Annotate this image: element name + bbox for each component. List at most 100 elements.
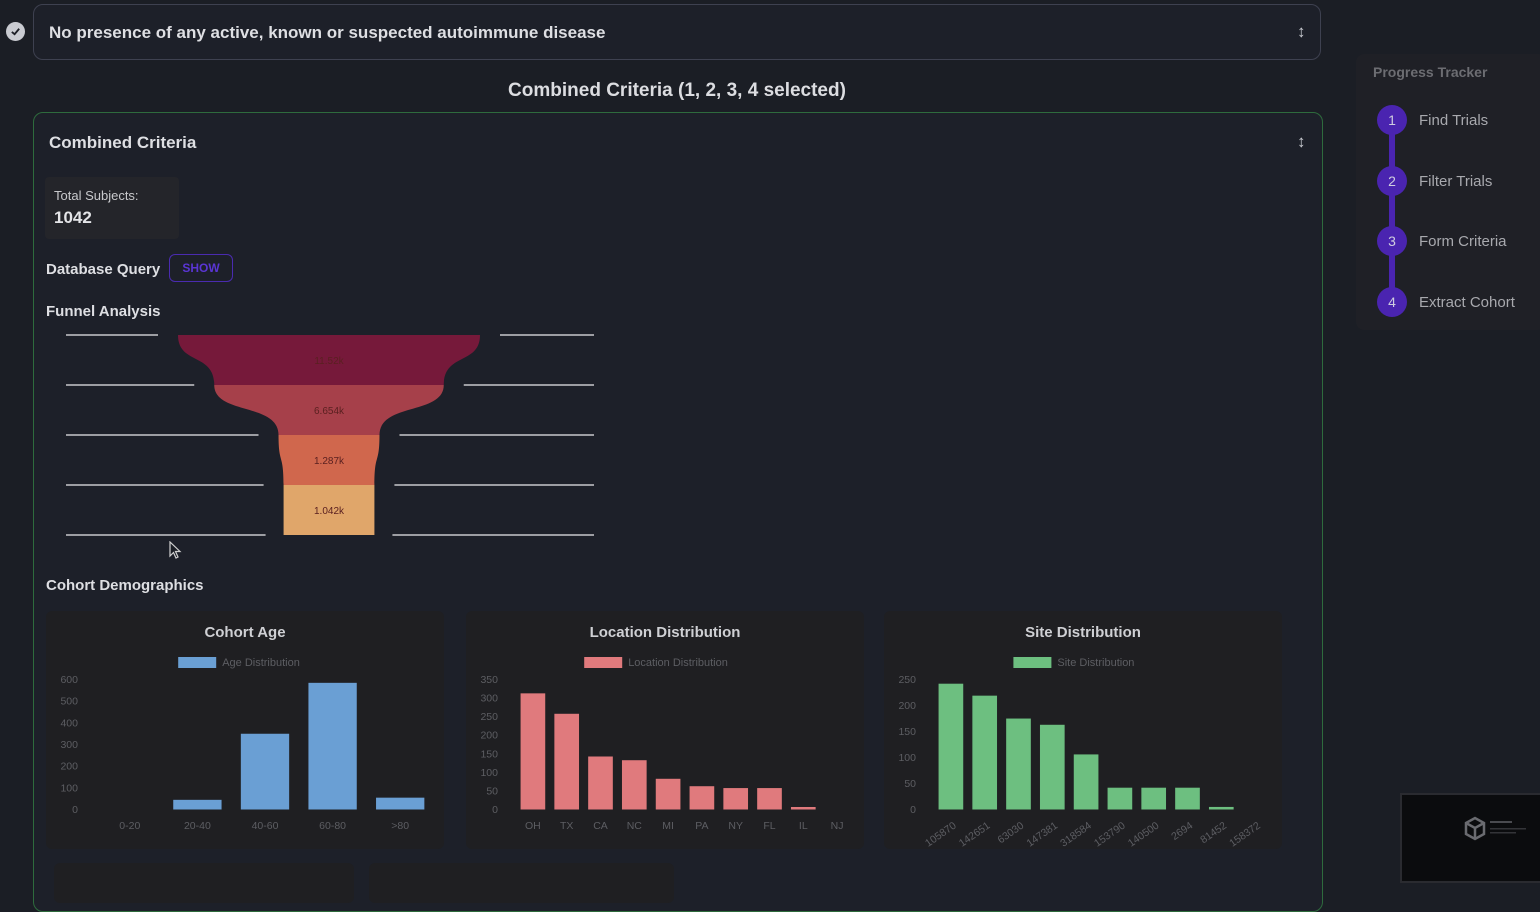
y-tick-label: 150 <box>480 748 498 760</box>
cohort-age-chart: Cohort Age Age Distribution 0 100 200 300 400 5… <box>46 611 444 849</box>
bar[interactable] <box>655 778 681 810</box>
card-title: Combined Criteria <box>49 133 197 152</box>
x-tick-label: OH <box>525 820 541 832</box>
cube-logo-icon <box>1464 816 1526 841</box>
bar[interactable] <box>1208 806 1234 810</box>
x-tick-label: CA <box>593 820 608 832</box>
criterion-text: No presence of any active, known or susp… <box>49 23 606 42</box>
bar[interactable] <box>1107 787 1133 810</box>
bar[interactable] <box>588 756 613 810</box>
bar[interactable] <box>240 733 290 810</box>
legend-swatch[interactable] <box>1013 657 1052 668</box>
bar[interactable] <box>689 786 715 810</box>
x-tick-label: IL <box>799 820 808 832</box>
bar[interactable] <box>1073 754 1099 810</box>
funnel-stage-label: 11.52k <box>314 356 344 367</box>
bar[interactable] <box>757 788 782 810</box>
y-tick-label: 300 <box>480 693 498 705</box>
x-tick-label: 153790 <box>1092 820 1128 849</box>
x-tick-label: 142651 <box>957 820 993 849</box>
x-tick-label: NJ <box>831 820 844 832</box>
x-tick-label: 318584 <box>1058 820 1094 849</box>
combined-criteria-card: Combined Criteria ↕ Total Subjects: 1042… <box>33 112 1323 912</box>
step-number: 2 <box>1377 166 1407 196</box>
legend-swatch[interactable] <box>178 657 217 668</box>
bar[interactable] <box>1039 724 1065 810</box>
step-label: Extract Cohort <box>1419 293 1515 311</box>
expand-collapse-icon[interactable]: ↕ <box>1297 132 1306 152</box>
y-tick-label: 200 <box>480 730 498 742</box>
funnel-analysis-label: Funnel Analysis <box>46 303 161 320</box>
y-tick-label: 500 <box>60 696 78 708</box>
criterion-card[interactable]: No presence of any active, known or susp… <box>33 4 1321 60</box>
x-tick-label: NC <box>627 820 643 832</box>
progress-line <box>1389 120 1395 302</box>
progress-tracker-title: Progress Tracker <box>1373 64 1488 80</box>
window-thumbnail[interactable] <box>1400 793 1540 883</box>
bar[interactable] <box>554 713 580 810</box>
step-extract-cohort[interactable]: 4 Extract Cohort <box>1377 287 1515 317</box>
location-distribution-chart: Location Distribution Location Distributi… <box>466 611 864 849</box>
progress-tracker: Progress Tracker 1 Find Trials 2 Filter … <box>1356 54 1540 330</box>
total-subjects-value: 1042 <box>54 208 92 227</box>
x-tick-label: 2694 <box>1169 820 1195 843</box>
x-tick-label: 40-60 <box>252 820 279 832</box>
legend-label[interactable]: Age Distribution <box>222 657 300 669</box>
y-tick-label: 100 <box>60 782 78 794</box>
step-label: Form Criteria <box>1419 232 1507 250</box>
bar[interactable] <box>1175 787 1200 810</box>
x-tick-label: 81452 <box>1198 820 1229 847</box>
bar[interactable] <box>790 807 816 810</box>
chart-title: Location Distribution <box>590 624 741 641</box>
mouse-cursor-icon <box>169 541 182 559</box>
expand-collapse-icon[interactable]: ↕ <box>1297 22 1306 42</box>
bar[interactable] <box>938 683 964 810</box>
bar[interactable] <box>1006 718 1031 810</box>
legend-swatch[interactable] <box>584 657 623 668</box>
y-tick-label: 200 <box>60 761 78 773</box>
total-subjects-box: Total Subjects: 1042 <box>45 177 179 239</box>
total-subjects-label: Total Subjects: <box>54 188 139 203</box>
check-circle-icon[interactable] <box>6 22 25 41</box>
y-tick-label: 250 <box>480 711 498 723</box>
funnel-stage-label: 1.287k <box>314 456 345 467</box>
bar[interactable] <box>520 693 546 810</box>
show-query-button[interactable]: SHOW <box>169 254 233 282</box>
bar[interactable] <box>173 799 222 810</box>
x-tick-label: PA <box>695 820 708 832</box>
y-tick-label: 50 <box>486 785 498 797</box>
y-tick-label: 600 <box>60 674 78 686</box>
bar[interactable] <box>621 760 647 810</box>
bar[interactable] <box>972 695 998 810</box>
funnel-stage-label: 6.654k <box>314 406 345 417</box>
legend-label[interactable]: Site Distribution <box>1057 657 1134 669</box>
step-label: Find Trials <box>1419 111 1489 129</box>
step-filter-trials[interactable]: 2 Filter Trials <box>1377 166 1492 196</box>
x-tick-label: TX <box>560 820 573 832</box>
y-tick-label: 0 <box>492 804 498 816</box>
y-tick-label: 250 <box>898 674 916 686</box>
y-tick-label: 300 <box>60 739 78 751</box>
next-panel <box>369 863 674 903</box>
chart-title: Cohort Age <box>204 624 285 641</box>
next-panel <box>54 863 354 903</box>
chart-title: Site Distribution <box>1025 624 1141 641</box>
step-find-trials[interactable]: 1 Find Trials <box>1377 105 1488 135</box>
y-tick-label: 350 <box>480 674 498 686</box>
bar[interactable] <box>723 788 749 810</box>
y-tick-label: 0 <box>910 804 916 816</box>
legend-label[interactable]: Location Distribution <box>628 657 728 669</box>
funnel-stage-label: 1.042k <box>314 506 345 517</box>
y-tick-label: 150 <box>898 726 916 738</box>
step-number: 4 <box>1377 287 1407 317</box>
step-label: Filter Trials <box>1419 172 1493 190</box>
bar[interactable] <box>1141 787 1167 810</box>
bar[interactable] <box>376 797 425 810</box>
y-tick-label: 50 <box>904 778 916 790</box>
combined-criteria-heading: Combined Criteria (1, 2, 3, 4 selected) <box>508 80 846 101</box>
bar[interactable] <box>308 682 357 810</box>
y-tick-label: 200 <box>898 700 916 712</box>
x-tick-label: MI <box>662 820 674 832</box>
x-tick-label: 158372 <box>1227 820 1263 849</box>
step-form-criteria[interactable]: 3 Form Criteria <box>1377 226 1507 256</box>
